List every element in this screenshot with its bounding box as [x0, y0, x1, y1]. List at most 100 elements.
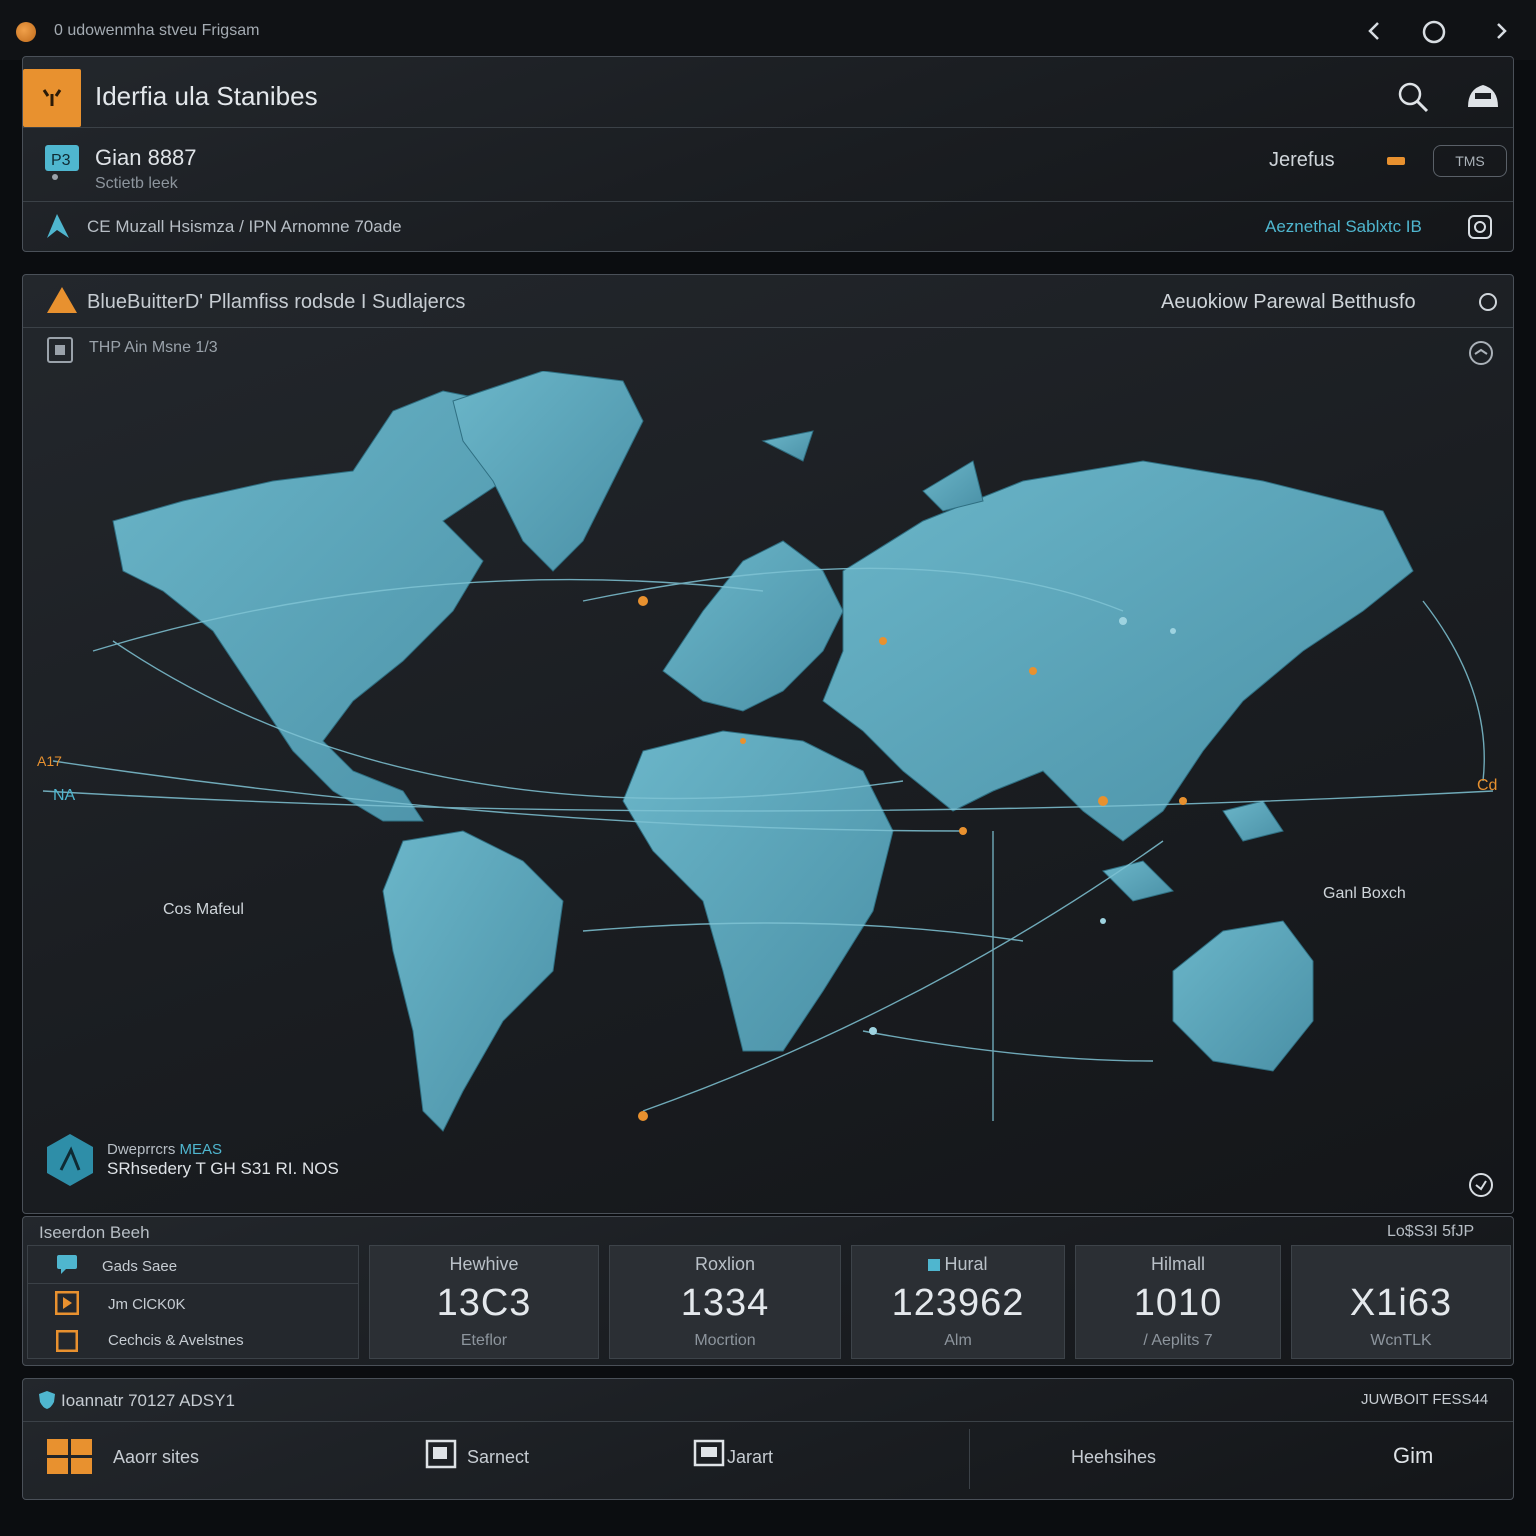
- external-link[interactable]: Aeznethal Sablxtc IB: [1265, 217, 1422, 237]
- image-icon: [425, 1437, 459, 1471]
- footer-action-label[interactable]: Gim: [1393, 1443, 1433, 1469]
- stat-tile-sub: Alm: [944, 1332, 972, 1349]
- list-item[interactable]: Cechcis & Avelstnes: [28, 1322, 358, 1360]
- footer-action-label: Sarnect: [467, 1447, 530, 1467]
- stat-tile-label: Hilmall: [1151, 1254, 1205, 1274]
- route-line: [862, 1030, 1154, 1062]
- header-panel: Iderfia ula Stanibes P3 Gian 8887 Sctiet…: [22, 56, 1514, 252]
- user-label: Jerefus: [1269, 149, 1335, 171]
- stat-tile-label-text: Hural: [944, 1254, 988, 1274]
- footer-action-label[interactable]: Heehsihes: [1071, 1447, 1156, 1468]
- route-node: [1029, 667, 1037, 675]
- list-item[interactable]: Gads Saee: [28, 1246, 358, 1284]
- route-node: [740, 738, 746, 744]
- stat-tile[interactable]: Hewhive 13C3 Eteflor: [369, 1245, 599, 1359]
- stats-right-title: Lo$S3I 5fJP: [1387, 1223, 1475, 1240]
- monitor-icon: [693, 1437, 727, 1471]
- map-panel: BlueBuitterD' Pllamfiss rodsde I Sudlaje…: [22, 274, 1514, 1214]
- route-node: [959, 827, 967, 835]
- info-circle-icon[interactable]: [1475, 289, 1501, 315]
- route-node: [869, 1027, 877, 1035]
- scope-dropdown-value: TMS: [1455, 153, 1485, 169]
- list-item-label: Cechcis & Avelstnes: [108, 1332, 244, 1349]
- route-node: [1098, 796, 1108, 806]
- chat-icon: [54, 1252, 80, 1276]
- list-item-label: Gads Saee: [102, 1258, 178, 1275]
- footer-action-sites[interactable]: Aaorr sites: [43, 1435, 283, 1487]
- legend-hex-icon: [43, 1131, 97, 1189]
- svg-text:P3: P3: [51, 152, 71, 169]
- status-indicator: [1387, 157, 1405, 165]
- legend-title: Dweprrcrs MEAS: [107, 1141, 222, 1158]
- stats-list: Gads Saee Jm ClCK0K Cechcis & Avelstnes: [27, 1245, 359, 1359]
- footer-action-connect[interactable]: Sarnect: [423, 1435, 623, 1487]
- route-line: [1422, 600, 1485, 782]
- stat-tile-sub: Mocrtion: [694, 1332, 756, 1349]
- forward-icon[interactable]: [1486, 16, 1516, 46]
- stat-tile-sub: / Aeplits 7: [1143, 1332, 1213, 1349]
- app-badge-icon[interactable]: [23, 69, 81, 127]
- map-label-left-bottom: NA: [53, 787, 76, 804]
- route-node: [1170, 628, 1176, 634]
- route-node: [638, 596, 648, 606]
- stat-tile[interactable]: Hilmall 1010 / Aeplits 7: [1075, 1245, 1281, 1359]
- legend-title-accent: MEAS: [179, 1141, 223, 1158]
- stats-panel: Iseerdon Beeh Lo$S3I 5fJP Gads Saee Jm C…: [22, 1216, 1514, 1366]
- app-logo-icon: [16, 22, 36, 42]
- layer-label: THP Ain Msne 1/3: [89, 339, 218, 356]
- footer-action-label: Aaorr sites: [113, 1447, 200, 1467]
- stat-tile-value: 1010: [1133, 1282, 1223, 1324]
- breadcrumb[interactable]: CE Muzall Hsismza / IPN Arnomne 70ade: [87, 217, 402, 237]
- legend-subtitle: SRhsedery T GH S31 RI. NOS: [107, 1159, 339, 1178]
- refresh-icon[interactable]: [1465, 337, 1497, 369]
- project-subtitle: Sctietb leek: [95, 175, 178, 192]
- stat-tile[interactable]: Hural 123962 Alm: [851, 1245, 1065, 1359]
- stats-left-title: Iseerdon Beeh: [39, 1223, 150, 1242]
- window-title: 0 udowenmha stveu Frigsam: [54, 22, 260, 39]
- user-icon[interactable]: [1461, 75, 1505, 115]
- list-item-label: Jm ClCK0K: [108, 1296, 186, 1313]
- stat-tile-value: 13C3: [436, 1282, 532, 1324]
- footer-right-title: JUWBOIT FESS44: [1361, 1391, 1489, 1408]
- scope-dropdown[interactable]: TMS: [1433, 145, 1507, 177]
- back-icon[interactable]: [1360, 16, 1390, 46]
- footer-action-start[interactable]: Jarart: [691, 1435, 891, 1487]
- route-node: [638, 1111, 648, 1121]
- land-south-america: [382, 830, 564, 1132]
- land-europe: [662, 540, 844, 712]
- warning-icon: [45, 285, 79, 315]
- land-australia: [1172, 920, 1314, 1072]
- square-icon: [56, 1330, 78, 1352]
- route-node: [1100, 918, 1106, 924]
- land-asia: [822, 460, 1414, 842]
- stat-tile[interactable]: X1i63 WcnTLK: [1291, 1245, 1511, 1359]
- footer-action-label: Jarart: [727, 1447, 774, 1467]
- stat-tile-label: Hural: [852, 1254, 1064, 1275]
- list-item[interactable]: Jm ClCK0K: [28, 1284, 358, 1322]
- legend-title-text: Dweprrcrs: [107, 1141, 176, 1158]
- world-map[interactable]: [23, 371, 1513, 1161]
- map-label-ocean: Cos Mafeul: [163, 901, 244, 918]
- shield-icon: [37, 1389, 57, 1411]
- footer-title: Ioannatr 70127 ADSY1: [61, 1391, 235, 1410]
- stat-tile-value: X1i63: [1349, 1282, 1453, 1324]
- stat-tile-label: Hewhive: [449, 1254, 519, 1274]
- grid-icon: [47, 1439, 93, 1475]
- route-node: [1119, 617, 1127, 625]
- window-titlebar: 0 udowenmha stveu Frigsam: [0, 0, 1536, 60]
- map-label-right-top: Cd: [1477, 777, 1498, 794]
- map-panel-right-title: Aeuokiow Parewal Betthusfo: [1161, 291, 1416, 313]
- map-panel-title: BlueBuitterD' Pllamfiss rodsde I Sudlaje…: [87, 291, 466, 313]
- layer-checkbox[interactable]: [47, 337, 73, 363]
- route-icon: [41, 211, 75, 241]
- search-icon[interactable]: [1393, 77, 1433, 117]
- settings-icon[interactable]: [1465, 1169, 1497, 1201]
- project-name: Gian 8887: [95, 145, 197, 170]
- stat-tile-value: 123962: [891, 1282, 1025, 1324]
- stat-tile[interactable]: Roxlion 1334 Mocrtion: [609, 1245, 841, 1359]
- circle-icon[interactable]: [1418, 16, 1450, 48]
- open-external-icon[interactable]: [1463, 211, 1497, 243]
- route-node: [879, 637, 887, 645]
- play-icon: [54, 1290, 80, 1316]
- land-africa: [622, 730, 894, 1052]
